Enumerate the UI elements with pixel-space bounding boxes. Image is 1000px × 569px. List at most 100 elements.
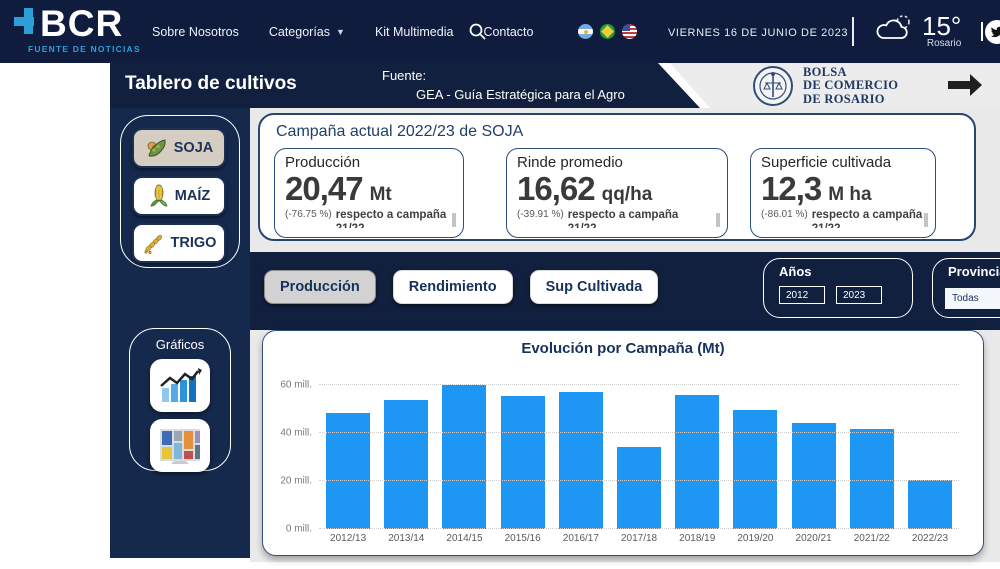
language-flags: [578, 24, 637, 39]
x-tick-label: 2021/22: [843, 533, 901, 544]
treemap-view-button[interactable]: [150, 419, 210, 472]
provinces-dropdown[interactable]: Todas: [945, 288, 1000, 309]
y-tick-label: 40 mill.: [280, 428, 312, 439]
metric-value: 12,3: [761, 172, 821, 206]
x-tick-label: 2022/23: [901, 533, 959, 544]
bolsa-logo: BOLSA DE COMERCIO DE ROSARIO: [752, 65, 898, 107]
corn-icon: [148, 184, 170, 208]
gridline: 20 mill.: [319, 480, 959, 481]
scrollbar-thumb[interactable]: [716, 213, 720, 227]
graficos-label: Gráficos: [130, 337, 230, 352]
years-label: Años: [779, 264, 912, 279]
x-tick-label: 2012/13: [319, 533, 377, 544]
bar-cell: [901, 371, 959, 529]
summary-title: Campaña actual 2022/23 de SOJA: [276, 123, 960, 141]
chart-card: Evolución por Campaña (Mt) 0 mill.20 mil…: [262, 330, 984, 556]
tab-produccion[interactable]: Producción: [264, 270, 376, 304]
x-tick-label: 2014/15: [435, 533, 493, 544]
chart-bar-2022-23[interactable]: [908, 480, 952, 529]
chart-bar-2013-14[interactable]: [384, 400, 428, 529]
scrollbar-thumb[interactable]: [452, 213, 456, 227]
metric-label: Producción: [285, 154, 453, 171]
org-line3: DE ROSARIO: [803, 93, 898, 107]
x-tick-label: 2015/16: [494, 533, 552, 544]
flag-brasil-icon[interactable]: [600, 24, 615, 39]
chart-bar-2018-19[interactable]: [675, 395, 719, 529]
org-line1: BOLSA: [803, 66, 898, 80]
soy-icon: [145, 137, 169, 159]
chart-bar-2020-21[interactable]: [792, 423, 836, 529]
crop-button-maiz[interactable]: MAÍZ: [132, 176, 226, 216]
source-value: GEA - Guía Estratégica para el Agro: [416, 85, 625, 104]
metric-value: 20,47: [285, 172, 363, 206]
x-tick-label: 2019/20: [726, 533, 784, 544]
bolsa-seal-icon: [752, 65, 794, 107]
graficos-panel: Gráficos: [129, 328, 231, 471]
y-tick-label: 20 mill.: [280, 476, 312, 487]
bar-cell: [668, 371, 726, 529]
x-tick-label: 2016/17: [552, 533, 610, 544]
flag-argentina-icon[interactable]: [578, 24, 593, 39]
treemap-icon: [158, 427, 202, 465]
nav-item-contacto[interactable]: Contacto: [483, 25, 533, 39]
bar-cell: [552, 371, 610, 529]
summary-panel: Campaña actual 2022/23 de SOJA Producció…: [258, 113, 976, 241]
nav-item-kit-multimedia[interactable]: Kit Multimedia: [375, 25, 454, 39]
bar-cell: [435, 371, 493, 529]
metric-card-produccion: Producción 20,47 Mt (-76.75 %) respecto …: [274, 148, 464, 238]
metric-card-superficie: Superficie cultivada 12,3 M ha (-86.01 %…: [750, 148, 936, 238]
metric-unit: Mt: [370, 184, 392, 206]
current-date: VIERNES 16 DE JUNIO DE 2023: [668, 27, 848, 39]
year-from-input[interactable]: [779, 286, 825, 304]
provinces-filter: Provincias Todas: [932, 258, 1000, 318]
next-arrow-button[interactable]: [946, 72, 984, 103]
chart-bar-2014-15[interactable]: [442, 385, 486, 529]
flag-usa-icon[interactable]: [622, 24, 637, 39]
chart-bar-2015-16[interactable]: [501, 396, 545, 529]
metric-unit: qq/ha: [602, 184, 653, 206]
year-to-input[interactable]: [836, 286, 882, 304]
search-icon[interactable]: [468, 22, 488, 42]
bar-cell: [377, 371, 435, 529]
gridline: 0 mill.: [319, 528, 959, 529]
chart-bar-2017-18[interactable]: [617, 447, 661, 529]
provinces-label: Provincias: [948, 264, 1000, 279]
dashboard: Tablero de cultivos Fuente: GEA - Guía E…: [110, 63, 1000, 569]
provinces-selected-value: Todas: [952, 293, 979, 304]
years-filter: Años: [763, 258, 913, 318]
metric-value: 16,62: [517, 172, 595, 206]
nav-item-sobre-nosotros[interactable]: Sobre Nosotros: [152, 25, 239, 39]
chart-bar-2021-22[interactable]: [850, 429, 894, 529]
gridline: 60 mill.: [319, 384, 959, 385]
scrollbar-thumb[interactable]: [924, 213, 928, 227]
navbar-divider: [852, 17, 854, 46]
bcr-logo-text: BCR: [40, 6, 123, 42]
metric-label: Superficie cultivada: [761, 154, 925, 171]
metric-unit: M ha: [828, 184, 871, 206]
cloud-icon: [874, 12, 914, 44]
chart-bar-2012-13[interactable]: [326, 413, 370, 529]
crop-selector: SOJA MAÍZ TRI: [120, 115, 240, 268]
crop-button-soja[interactable]: SOJA: [132, 128, 226, 168]
chart-bar-2019-20[interactable]: [733, 410, 777, 529]
source-note: Fuente: GEA - Guía Estratégica para el A…: [382, 66, 625, 104]
bar-chart-icon: [158, 366, 202, 406]
wheat-icon: [142, 231, 166, 255]
tab-rendimiento[interactable]: Rendimiento: [393, 270, 513, 304]
source-label: Fuente:: [382, 66, 625, 85]
gridline: 40 mill.: [319, 432, 959, 433]
bar-chart-view-button[interactable]: [150, 359, 210, 412]
x-tick-label: 2013/14: [377, 533, 435, 544]
bar-cell: [319, 371, 377, 529]
nav-item-categorias[interactable]: Categorías▼: [269, 25, 345, 39]
bcr-logo[interactable]: BCR FUENTE DE NOTICIAS: [14, 6, 141, 54]
page-title: Tablero de cultivos: [125, 73, 297, 95]
temperature: 15°: [922, 12, 961, 40]
chevron-down-icon: ▼: [336, 27, 345, 37]
crop-button-trigo[interactable]: TRIGO: [132, 223, 226, 263]
twitter-icon[interactable]: [985, 20, 1000, 44]
metric-delta: (-76.75 %): [285, 208, 332, 221]
bcr-logo-mark-icon: [14, 8, 40, 42]
tab-sup-cultivada[interactable]: Sup Cultivada: [530, 270, 659, 304]
chart-bar-2016-17[interactable]: [559, 392, 603, 529]
